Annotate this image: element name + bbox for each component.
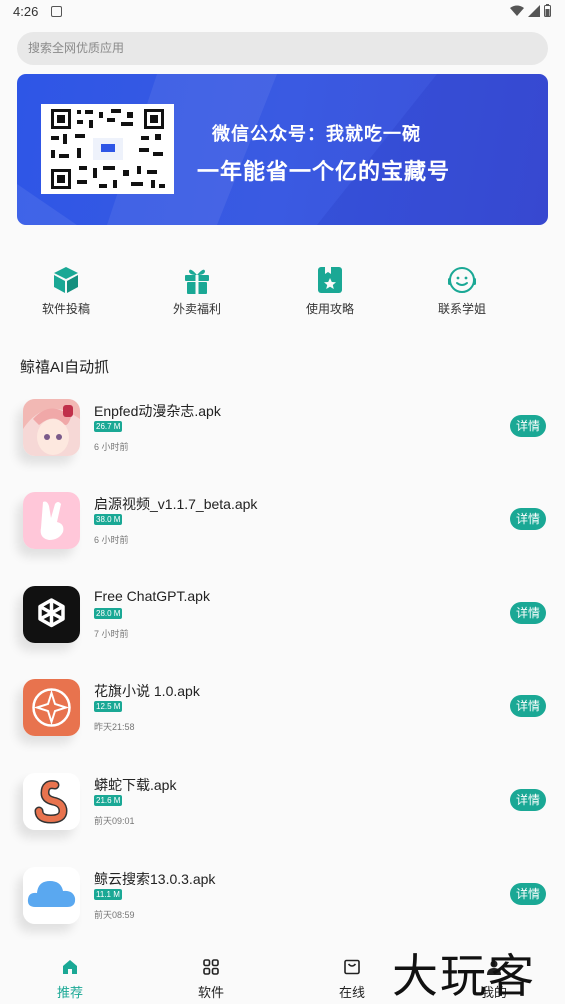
qr-code-image (41, 104, 174, 194)
battery-icon (544, 4, 551, 17)
tab-label: 软件 (197, 985, 224, 1000)
quick-link-submit[interactable]: 软件投稿 (16, 265, 116, 317)
quick-link-guide[interactable]: 使用攻略 (280, 265, 380, 317)
detail-button[interactable]: 详情 (510, 602, 546, 624)
list-item[interactable]: 启源视频_v1.1.7_beta.apk 38.0 M 6 小时前 详情 (0, 490, 565, 570)
detail-button[interactable]: 详情 (510, 695, 546, 717)
detail-button[interactable]: 详情 (510, 415, 546, 437)
wifi-icon (510, 5, 524, 16)
quick-link-contact[interactable]: 联系学姐 (412, 265, 512, 317)
app-name: 鲸云搜索13.0.3.apk (94, 871, 216, 887)
detail-button[interactable]: 详情 (510, 508, 546, 530)
app-name: 花旗小说 1.0.apk (94, 683, 200, 699)
list-item[interactable]: 鲸云搜索13.0.3.apk 11.1 M 前天08:59 详情 (0, 865, 565, 945)
status-bar: 4:26 (0, 0, 565, 24)
signal-icon (528, 4, 540, 17)
home-icon (63, 960, 77, 974)
app-size-badge: 12.5 M (94, 701, 123, 712)
tab-recommend[interactable]: 推荐 (40, 958, 100, 1001)
app-size-badge: 26.7 M (94, 421, 123, 432)
status-time: 4:26 (13, 4, 39, 19)
app-icon-chatgpt (23, 586, 80, 643)
quick-link-label: 软件投稿 (41, 302, 90, 316)
quick-link-label: 联系学姐 (437, 302, 486, 316)
cube-icon (54, 267, 78, 293)
quick-link-label: 外卖福利 (172, 302, 221, 316)
app-name: Free ChatGPT.apk (94, 588, 210, 604)
app-icon-cloud (23, 867, 80, 924)
section-title: 鲸禧AI自动抓 (20, 359, 110, 376)
banner-headline: 微信公众号：我就吃一碗 (212, 124, 421, 144)
bookmark-star-icon (318, 267, 342, 293)
tab-online[interactable]: 在线 (322, 958, 382, 1001)
notification-icon (51, 6, 62, 17)
list-item[interactable]: 蟒蛇下载.apk 21.6 M 前天09:01 详情 (0, 771, 565, 851)
app-time: 7 小时前 (94, 629, 129, 639)
quick-links: 软件投稿 外卖福利 使用攻略 联系学姐 (0, 265, 565, 320)
app-time: 6 小时前 (94, 535, 129, 545)
app-size-badge: 21.6 M (94, 795, 123, 806)
inbox-icon (344, 959, 360, 975)
app-size-badge: 28.0 M (94, 608, 123, 619)
tab-software[interactable]: 软件 (181, 958, 241, 1001)
detail-button[interactable]: 详情 (510, 883, 546, 905)
app-time: 昨天21:58 (94, 722, 135, 732)
app-size-badge: 38.0 M (94, 514, 123, 525)
detail-button[interactable]: 详情 (510, 789, 546, 811)
support-headset-icon (448, 267, 476, 293)
tab-label: 在线 (338, 985, 365, 1000)
app-icon-anime (23, 399, 80, 456)
promo-banner[interactable]: 微信公众号：我就吃一碗 一年能省一个亿的宝藏号 (17, 74, 548, 225)
app-icon-novel (23, 679, 80, 736)
quick-link-label: 使用攻略 (305, 302, 354, 316)
list-item[interactable]: Free ChatGPT.apk 28.0 M 7 小时前 详情 (0, 584, 565, 664)
app-name: 启源视频_v1.1.7_beta.apk (94, 496, 258, 512)
grid-icon (203, 959, 219, 975)
tab-label: 推荐 (56, 985, 83, 1000)
status-icons (510, 4, 551, 17)
app-icon-python (23, 773, 80, 830)
list-item[interactable]: 花旗小说 1.0.apk 12.5 M 昨天21:58 详情 (0, 677, 565, 757)
watermark-logo: 大玩客 (392, 949, 536, 1003)
search-input[interactable]: 搜索全网优质应用 (17, 32, 548, 65)
app-icon-video (23, 492, 80, 549)
app-time: 前天08:59 (94, 910, 135, 920)
gift-icon (185, 269, 209, 294)
app-name: 蟒蛇下载.apk (94, 777, 177, 793)
banner-subheadline: 一年能省一个亿的宝藏号 (197, 159, 451, 184)
app-size-badge: 11.1 M (94, 889, 122, 900)
app-time: 前天09:01 (94, 816, 135, 826)
quick-link-takeout[interactable]: 外卖福利 (147, 265, 247, 317)
app-time: 6 小时前 (94, 442, 129, 452)
app-name: Enpfed动漫杂志.apk (94, 403, 221, 419)
list-item[interactable]: Enpfed动漫杂志.apk 26.7 M 6 小时前 详情 (0, 397, 565, 477)
